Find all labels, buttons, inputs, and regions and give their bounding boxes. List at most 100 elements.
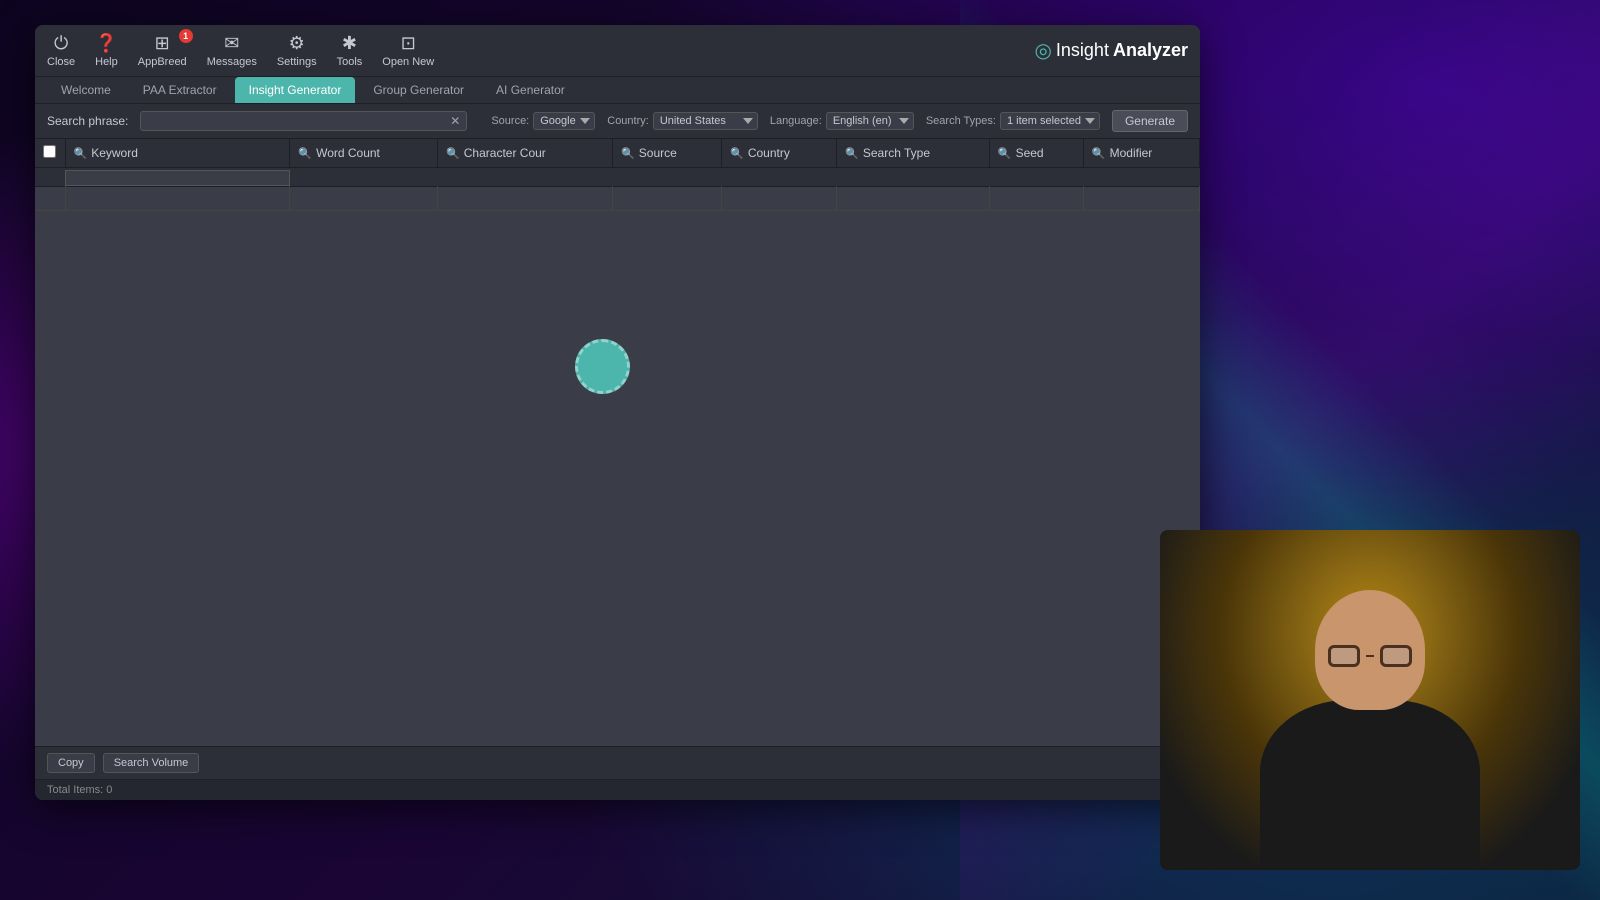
search-types-control: Search Types: 1 item selected (926, 112, 1100, 130)
country-select[interactable]: United States United Kingdom Canada (653, 112, 758, 130)
source-search-icon[interactable]: 🔍 (621, 147, 635, 160)
title-bar: ⏻ Close ❓ Help ⊞ 1 AppBreed ✉ Messages ⚙… (35, 25, 1200, 77)
toolbar-tools[interactable]: ✱ Tools (337, 33, 363, 68)
help-icon: ❓ (95, 33, 117, 54)
appbreed-badge: 1 (179, 29, 193, 43)
loading-spinner (575, 339, 630, 394)
settings-icon: ⚙ (289, 33, 305, 54)
source-col-label: Source (639, 146, 677, 160)
toolbar-appbreed-label: AppBreed (138, 56, 187, 68)
appbreed-icon: ⊞ (155, 33, 170, 54)
seed-col: 🔍 Seed (989, 139, 1083, 168)
toolbar-settings[interactable]: ⚙ Settings (277, 33, 317, 68)
tab-welcome[interactable]: Welcome (47, 77, 125, 103)
controls-row: Source: Google Bing Yahoo Country: Unite… (491, 110, 1188, 132)
search-input[interactable] (145, 114, 448, 128)
char-count-search-icon[interactable]: 🔍 (446, 147, 460, 160)
language-control: Language: English (en) Spanish (es) (770, 112, 914, 130)
country-col-label: Country (748, 146, 790, 160)
glasses (1328, 645, 1412, 667)
glass-bridge (1366, 655, 1374, 657)
person-body (1260, 700, 1480, 870)
toolbar-help[interactable]: ❓ Help (95, 33, 118, 68)
filter-row (35, 168, 1200, 187)
seed-col-label: Seed (1016, 146, 1044, 160)
total-items-label: Total Items: 0 (47, 784, 112, 796)
modifier-search-icon[interactable]: 🔍 (1092, 147, 1106, 160)
person-silhouette (1230, 570, 1510, 870)
tab-ai-generator[interactable]: AI Generator (482, 77, 579, 103)
modifier-col-label: Modifier (1110, 146, 1153, 160)
seed-search-icon[interactable]: 🔍 (998, 147, 1012, 160)
search-volume-button[interactable]: Search Volume (103, 753, 200, 773)
source-control: Source: Google Bing Yahoo (491, 112, 595, 130)
tab-insight-generator[interactable]: Insight Generator (235, 77, 356, 103)
word-count-col-label: Word Count (316, 146, 380, 160)
keyword-search-icon[interactable]: 🔍 (74, 147, 88, 160)
country-control: Country: United States United Kingdom Ca… (607, 112, 758, 130)
keyword-col: 🔍 Keyword (65, 139, 290, 168)
select-all-checkbox[interactable] (43, 145, 56, 158)
webcam-person (1160, 530, 1580, 870)
toolbar-open-new-label: Open New (382, 56, 434, 68)
search-type-col: 🔍 Search Type (837, 139, 990, 168)
toolbar-settings-label: Settings (277, 56, 317, 68)
bottom-bar: Copy Search Volume (35, 746, 1200, 779)
glass-frame-right (1380, 645, 1412, 667)
word-count-col: 🔍 Word Count (290, 139, 438, 168)
generate-button[interactable]: Generate (1112, 110, 1188, 132)
search-type-search-icon[interactable]: 🔍 (845, 147, 859, 160)
toolbar-appbreed[interactable]: ⊞ 1 AppBreed (138, 33, 187, 68)
country-col: 🔍 Country (722, 139, 837, 168)
search-clear-button[interactable]: ✕ (448, 114, 462, 128)
toolbar-tools-label: Tools (337, 56, 363, 68)
logo-insight: Insight (1056, 40, 1109, 61)
tab-paa-extractor[interactable]: PAA Extractor (129, 77, 231, 103)
select-all-col (35, 139, 65, 168)
country-label: Country: (607, 115, 649, 127)
search-types-label: Search Types: (926, 115, 996, 127)
search-phrase-label: Search phrase: (47, 114, 128, 128)
modifier-col: 🔍 Modifier (1083, 139, 1199, 168)
keyword-col-label: Keyword (91, 146, 138, 160)
toolbar-messages-label: Messages (207, 56, 257, 68)
source-col: 🔍 Source (613, 139, 722, 168)
search-bar: Search phrase: ✕ Source: Google Bing Yah… (35, 104, 1200, 139)
toolbar-close[interactable]: ⏻ Close (47, 33, 75, 68)
table-body (35, 187, 1200, 211)
table-container[interactable]: 🔍 Keyword 🔍 Word Count 🔍 Charac (35, 139, 1200, 746)
word-count-search-icon[interactable]: 🔍 (298, 147, 312, 160)
glass-frame-left (1328, 645, 1360, 667)
language-label: Language: (770, 115, 822, 127)
search-types-select[interactable]: 1 item selected (1000, 112, 1100, 130)
source-select[interactable]: Google Bing Yahoo (533, 112, 595, 130)
toolbar-close-label: Close (47, 56, 75, 68)
logo-analyzer: Analyzer (1113, 40, 1188, 61)
webcam-overlay (1160, 530, 1580, 870)
table-header: 🔍 Keyword 🔍 Word Count 🔍 Charac (35, 139, 1200, 187)
app-window: ⏻ Close ❓ Help ⊞ 1 AppBreed ✉ Messages ⚙… (35, 25, 1200, 800)
status-bar: Total Items: 0 (35, 779, 1200, 800)
search-input-wrapper[interactable]: ✕ (140, 111, 467, 131)
source-label: Source: (491, 115, 529, 127)
search-type-col-label: Search Type (863, 146, 930, 160)
toolbar-help-label: Help (95, 56, 118, 68)
char-count-col: 🔍 Character Cour (438, 139, 613, 168)
logo-icon: ◎ (1034, 38, 1051, 63)
language-select[interactable]: English (en) Spanish (es) (826, 112, 914, 130)
copy-button[interactable]: Copy (47, 753, 95, 773)
toolbar-messages[interactable]: ✉ Messages (207, 33, 257, 68)
app-logo: ◎ Insight Analyzer (1034, 38, 1188, 63)
loading-spinner-container (575, 339, 630, 394)
table-row (35, 187, 1200, 211)
person-head (1315, 590, 1425, 710)
tools-icon: ✱ (342, 33, 357, 54)
keyword-filter-input[interactable] (65, 170, 290, 186)
tab-group-generator[interactable]: Group Generator (359, 77, 478, 103)
char-count-col-label: Character Cour (464, 146, 546, 160)
country-search-icon[interactable]: 🔍 (730, 147, 744, 160)
power-icon: ⏻ (54, 33, 68, 54)
data-table: 🔍 Keyword 🔍 Word Count 🔍 Charac (35, 139, 1200, 211)
toolbar-open-new[interactable]: ⊡ Open New (382, 33, 434, 68)
open-new-icon: ⊡ (401, 33, 416, 54)
